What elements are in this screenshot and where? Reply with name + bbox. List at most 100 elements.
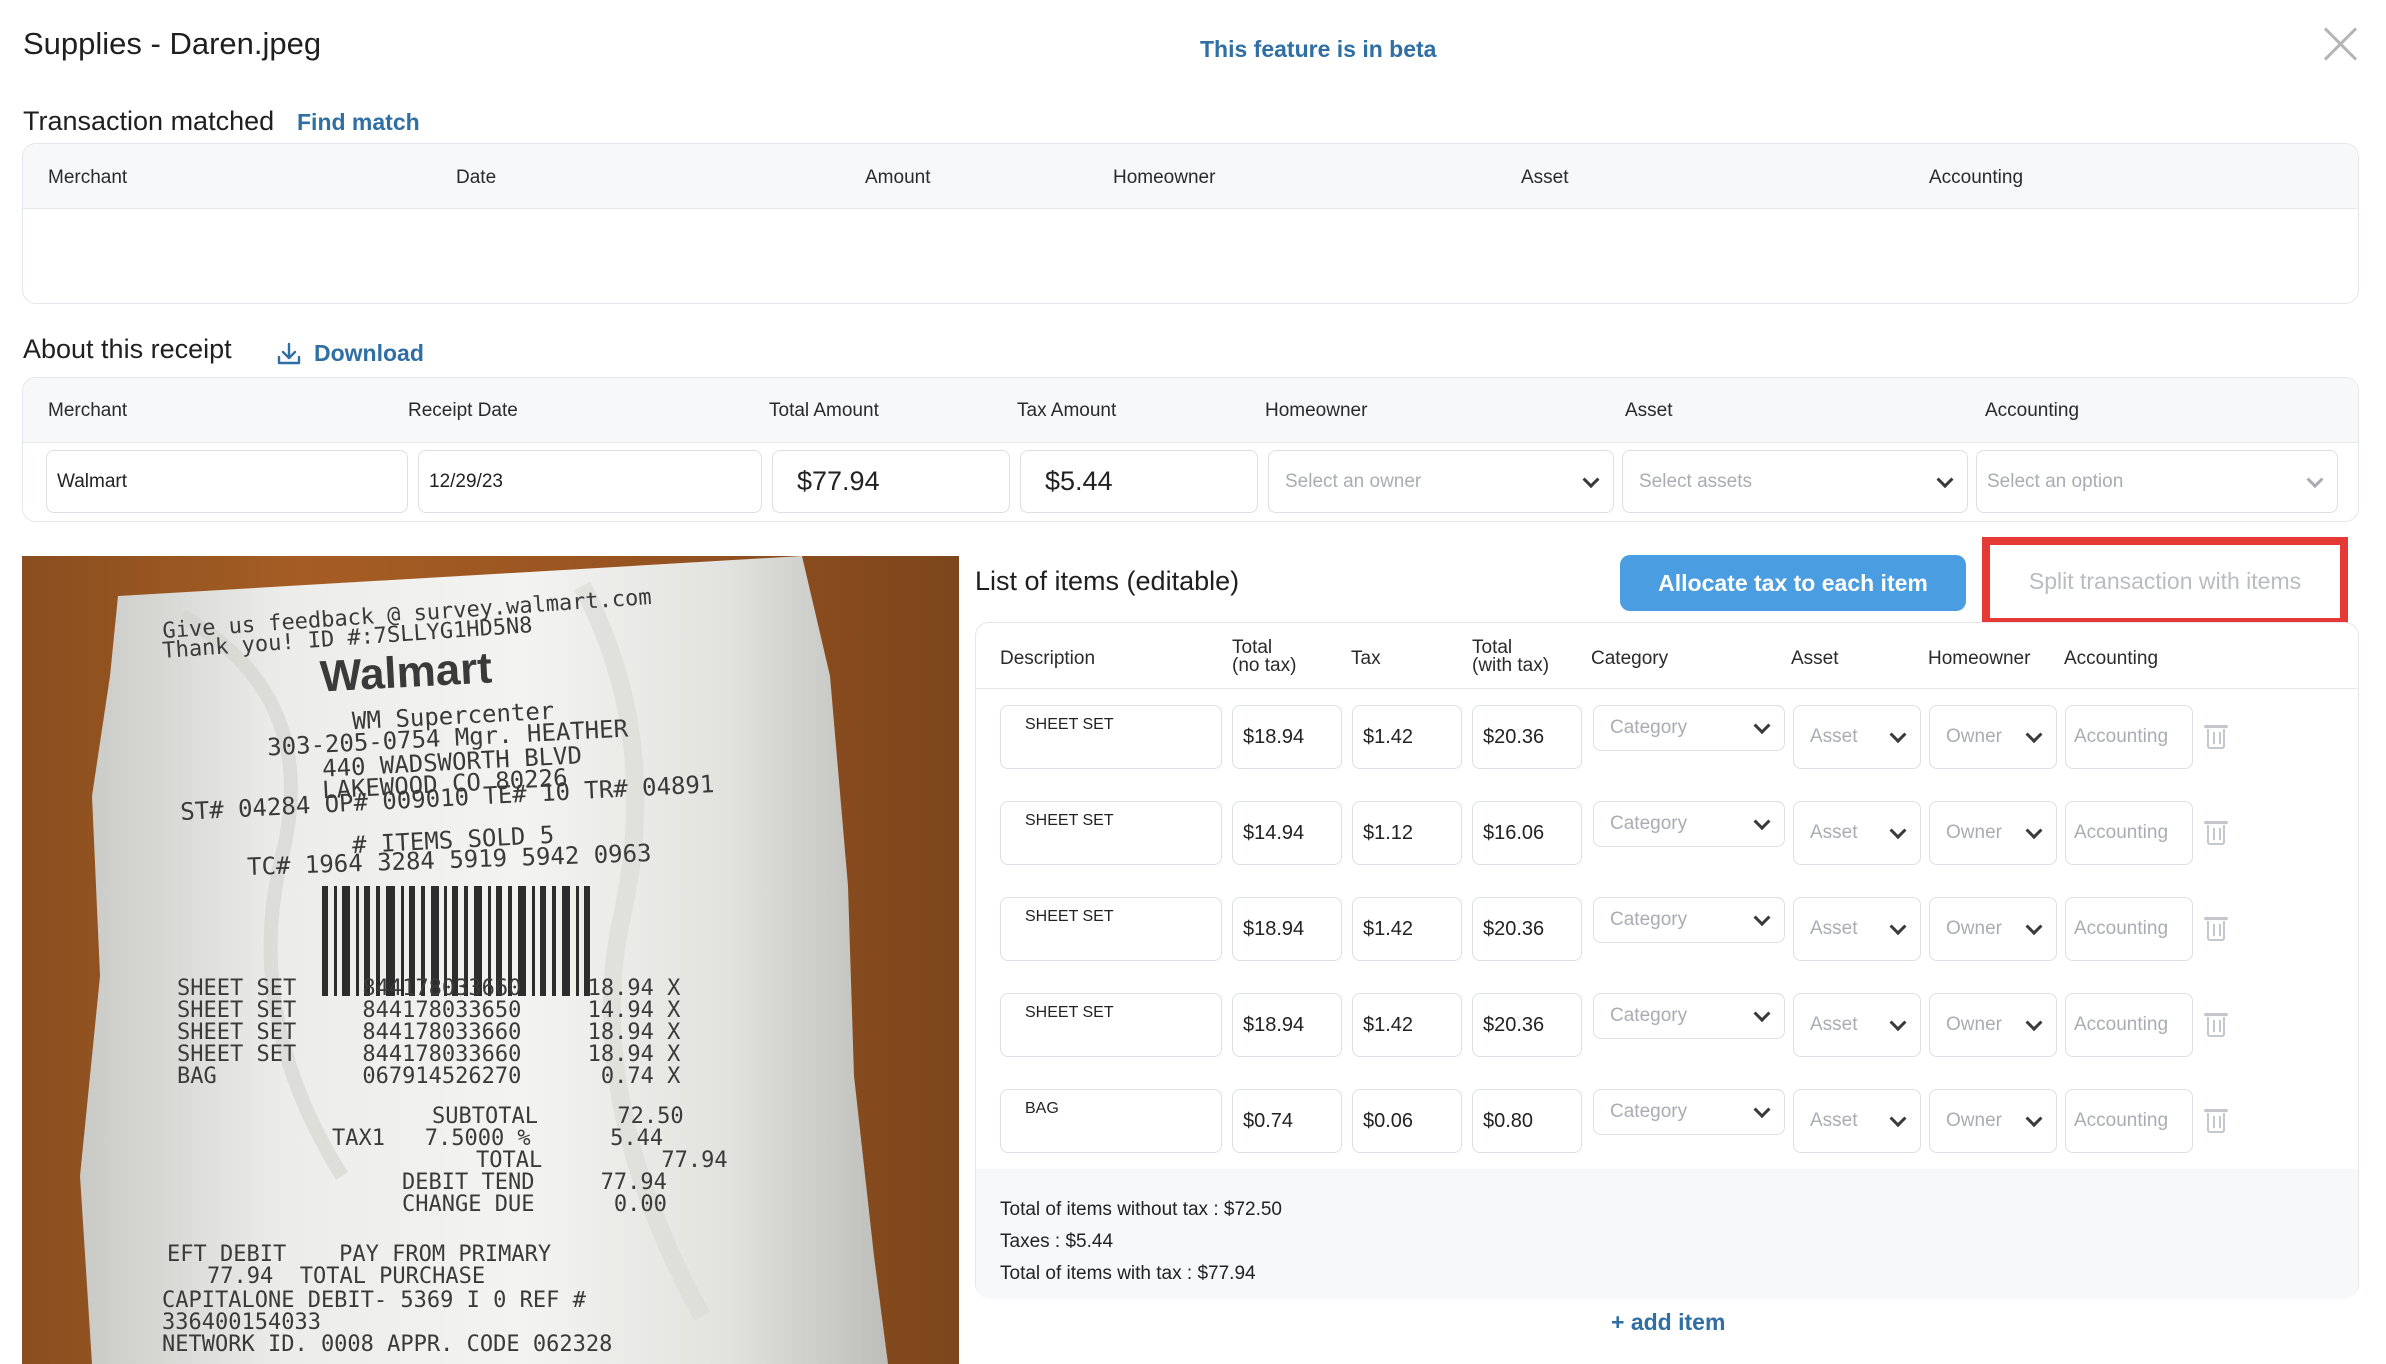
- item-description-field[interactable]: SHEET SET: [1000, 897, 1222, 961]
- col-amount: Amount: [865, 167, 931, 188]
- item-accounting-select[interactable]: Accounting: [2065, 705, 2193, 769]
- item-accounting-select[interactable]: Accounting: [2065, 1089, 2193, 1153]
- item-total-with-tax-field[interactable]: $20.36: [1472, 705, 1582, 769]
- item-description-field[interactable]: SHEET SET: [1000, 801, 1222, 865]
- item-tax-field[interactable]: $0.06: [1352, 1089, 1462, 1153]
- item-category-select[interactable]: Category: [1593, 705, 1785, 751]
- col-homeowner: Homeowner: [1928, 648, 2031, 669]
- col-homeowner: Homeowner: [1265, 400, 1368, 421]
- chevron-down-icon: [1889, 918, 1907, 936]
- item-owner-select[interactable]: Owner: [1929, 1089, 2057, 1153]
- homeowner-select[interactable]: Select an owner: [1268, 450, 1614, 513]
- item-total-with-tax-field[interactable]: $0.80: [1472, 1089, 1582, 1153]
- item-total-field[interactable]: $18.94: [1232, 993, 1342, 1057]
- col-category: Category: [1591, 648, 1669, 669]
- item-tax-field[interactable]: $1.42: [1352, 897, 1462, 961]
- chevron-down-icon: [1889, 822, 1907, 840]
- total-amount-field[interactable]: $77.94: [772, 450, 1010, 513]
- page-title: Supplies - Daren.jpeg: [23, 26, 322, 61]
- col-asset: Asset: [1625, 400, 1673, 421]
- item-description-field[interactable]: SHEET SET: [1000, 993, 1222, 1057]
- item-total-field[interactable]: $18.94: [1232, 897, 1342, 961]
- col-accounting: Accounting: [2064, 648, 2159, 669]
- trash-icon[interactable]: [2204, 1011, 2228, 1037]
- trash-icon[interactable]: [2204, 819, 2228, 845]
- item-category-select[interactable]: Category: [1593, 1089, 1785, 1135]
- allocate-tax-button[interactable]: Allocate tax to each item: [1620, 555, 1966, 611]
- item-asset-select[interactable]: Asset: [1793, 801, 1921, 865]
- item-asset-select[interactable]: Asset: [1793, 897, 1921, 961]
- close-icon[interactable]: [2322, 26, 2358, 62]
- chevron-down-icon: [2025, 822, 2043, 840]
- receipt-image: Give us feedback @ survey.walmart.com Th…: [22, 556, 959, 1364]
- chevron-down-icon: [2306, 470, 2324, 488]
- item-accounting-select[interactable]: Accounting: [2065, 897, 2193, 961]
- item-asset-select[interactable]: Asset: [1793, 993, 1921, 1057]
- chevron-down-icon: [2025, 1014, 2043, 1032]
- col-receipt-date: Receipt Date: [408, 400, 518, 421]
- item-total-with-tax-field[interactable]: $20.36: [1472, 897, 1582, 961]
- download-button[interactable]: Download: [276, 340, 424, 367]
- asset-select[interactable]: Select assets: [1622, 450, 1968, 513]
- item-category-select[interactable]: Category: [1593, 897, 1785, 943]
- item-asset-select[interactable]: Asset: [1793, 1089, 1921, 1153]
- transaction-matched-title: Transaction matched: [23, 106, 275, 136]
- split-transaction-button[interactable]: Split transaction with items: [1982, 537, 2348, 626]
- item-owner-select[interactable]: Owner: [1929, 897, 2057, 961]
- item-accounting-select[interactable]: Accounting: [2065, 993, 2193, 1057]
- col-total-amount: Total Amount: [769, 400, 879, 421]
- item-description-field[interactable]: SHEET SET: [1000, 705, 1222, 769]
- item-owner-select[interactable]: Owner: [1929, 705, 2057, 769]
- trash-icon[interactable]: [2204, 1107, 2228, 1133]
- item-category-select[interactable]: Category: [1593, 801, 1785, 847]
- item-total-field[interactable]: $14.94: [1232, 801, 1342, 865]
- receipt-date-field[interactable]: 12/29/23: [418, 450, 762, 513]
- trash-icon[interactable]: [2204, 723, 2228, 749]
- merchant-field[interactable]: Walmart: [46, 450, 408, 513]
- item-total-with-tax-field[interactable]: $20.36: [1472, 993, 1582, 1057]
- item-accounting-select[interactable]: Accounting: [2065, 801, 2193, 865]
- chevron-down-icon: [1889, 1014, 1907, 1032]
- accounting-placeholder: Select an option: [1987, 470, 2124, 492]
- chevron-down-icon: [1582, 470, 1600, 488]
- item-total-with-tax-field[interactable]: $16.06: [1472, 801, 1582, 865]
- col-tax-amount: Tax Amount: [1017, 400, 1117, 421]
- col-merchant: Merchant: [48, 400, 128, 421]
- find-match-link[interactable]: Find match: [297, 109, 420, 136]
- accounting-select[interactable]: Select an option: [1976, 450, 2338, 513]
- items-table-header: Description Total (no tax) Tax Total (wi…: [976, 623, 2358, 689]
- col-accounting: Accounting: [1929, 167, 2024, 188]
- col-total-with-tax: Total (with tax): [1472, 637, 1550, 676]
- homeowner-placeholder: Select an owner: [1285, 470, 1422, 492]
- matched-table: Merchant Date Amount Homeowner Asset Acc…: [22, 143, 2359, 304]
- matched-table-header: Merchant Date Amount Homeowner Asset Acc…: [23, 144, 2358, 209]
- chevron-down-icon: [1889, 1110, 1907, 1128]
- beta-notice: This feature is in beta: [1200, 36, 1437, 62]
- total-with-tax: Total of items with tax : $77.94: [1000, 1263, 1256, 1284]
- col-homeowner: Homeowner: [1113, 167, 1216, 188]
- item-tax-field[interactable]: $1.42: [1352, 993, 1462, 1057]
- tax-amount-field[interactable]: $5.44: [1020, 450, 1258, 513]
- chevron-down-icon: [1889, 726, 1907, 744]
- split-transaction-label: Split transaction with items: [2028, 568, 2302, 594]
- chevron-down-icon: [1753, 813, 1771, 831]
- download-label: Download: [314, 340, 424, 366]
- item-tax-field[interactable]: $1.12: [1352, 801, 1462, 865]
- item-asset-select[interactable]: Asset: [1793, 705, 1921, 769]
- asset-placeholder: Select assets: [1639, 470, 1752, 492]
- trash-icon[interactable]: [2204, 915, 2228, 941]
- items-title: List of items (editable): [975, 566, 1240, 596]
- item-owner-select[interactable]: Owner: [1929, 801, 2057, 865]
- col-asset: Asset: [1521, 167, 1569, 188]
- item-total-field[interactable]: $0.74: [1232, 1089, 1342, 1153]
- chevron-down-icon: [2025, 918, 2043, 936]
- item-tax-field[interactable]: $1.42: [1352, 705, 1462, 769]
- item-owner-select[interactable]: Owner: [1929, 993, 2057, 1057]
- item-description-field[interactable]: BAG: [1000, 1089, 1222, 1153]
- item-category-select[interactable]: Category: [1593, 993, 1785, 1039]
- col-description: Description: [1000, 648, 1096, 669]
- col-date: Date: [456, 167, 497, 188]
- item-total-field[interactable]: $18.94: [1232, 705, 1342, 769]
- chevron-down-icon: [2025, 1110, 2043, 1128]
- add-item-link[interactable]: + add item: [1611, 1309, 1725, 1336]
